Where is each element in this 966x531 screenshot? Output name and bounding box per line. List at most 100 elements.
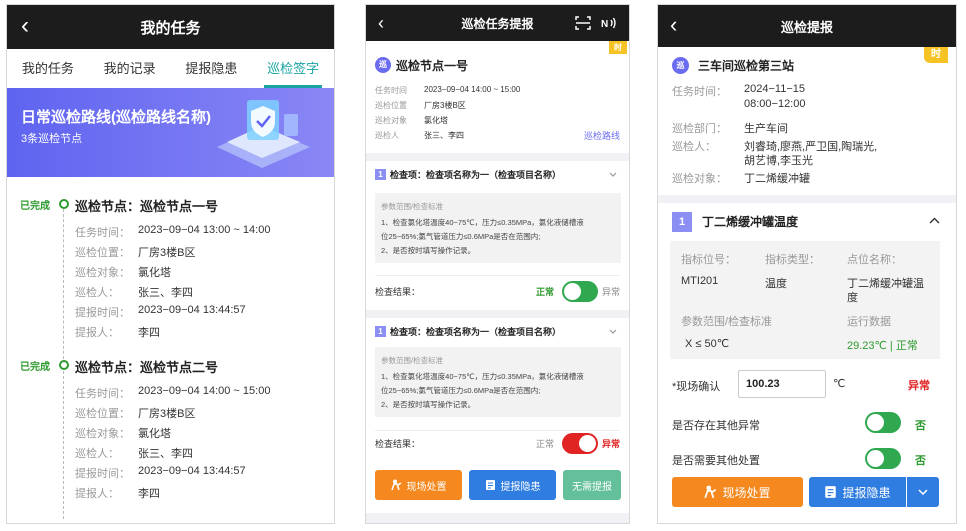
divider	[375, 430, 620, 431]
site-confirm-input[interactable]	[738, 370, 826, 398]
result-label: 检查结果：	[375, 439, 421, 449]
result-abnormal-text: 异常	[602, 439, 621, 449]
more-options-button[interactable]	[907, 477, 939, 507]
other-handling-toggle[interactable]	[865, 448, 901, 469]
grid-value: 度	[847, 292, 858, 304]
running-data-value: 29.23℃ | 正常	[847, 340, 918, 352]
scan-icon[interactable]	[575, 16, 591, 30]
worker-icon	[390, 479, 401, 491]
other-abnormal-toggle[interactable]	[865, 412, 901, 433]
row-label: 提报人：	[75, 327, 119, 339]
shield-illustration-icon	[217, 100, 310, 168]
info-label: 任务时间	[375, 86, 407, 95]
result-normal-text: 正常	[536, 439, 555, 449]
worker-icon	[704, 485, 717, 499]
info-value: 氯化塔	[424, 116, 448, 125]
result-abnormal-text: 异常	[602, 287, 621, 297]
button-label: 提报隐患	[842, 485, 891, 500]
standard-line: 2、是否按时填写操作记录。	[381, 400, 476, 409]
timeline-line	[63, 209, 64, 359]
row-value: 厂房3楼B区	[138, 247, 196, 259]
result-toggle[interactable]	[562, 433, 598, 454]
info-row: 任务时间： 2023−09−04 13:00 ~ 14:00	[75, 224, 270, 240]
grid-value: 丁二烯缓冲罐温	[847, 278, 924, 290]
row-label: 提报时间：	[75, 307, 130, 319]
toggle-state: 否	[915, 455, 926, 467]
svg-text:N: N	[601, 19, 608, 30]
row-value: 2023−09−04 14:00 ~ 15:00	[138, 385, 271, 397]
row-label: 提报人：	[75, 488, 119, 500]
node-avatar: 巡	[375, 57, 391, 73]
row-value: 厂房3楼B区	[138, 408, 196, 420]
chevron-up-icon[interactable]	[929, 217, 940, 224]
info-row: 巡检人： 张三、李四	[75, 445, 193, 461]
back-arrow-icon[interactable]: ‹	[21, 13, 29, 39]
standard-box: 参数范围/检查标准 1、检查氯化塔温度40−75℃，压力≤0.35MPa，氯化液…	[375, 193, 621, 263]
row-value: 2023−09−04 13:00 ~ 14:00	[138, 224, 271, 236]
back-arrow-icon[interactable]: ‹	[670, 12, 677, 38]
result-toggle[interactable]	[562, 281, 598, 302]
header: ‹ 我的任务	[7, 5, 334, 49]
report-hazard-button[interactable]: 提报隐患	[809, 477, 906, 507]
row-label: 巡检人：	[75, 287, 119, 299]
node-title: 巡检节点：巡检节点一号	[75, 199, 219, 214]
route-banner: 日常巡检路线(巡检路线名称) 3条巡检节点	[7, 88, 334, 177]
inspection-report-screen: ‹ 巡检任务提报 N 时 巡 巡检节点一号 任务时间 2023−09−04 14…	[365, 4, 630, 524]
timeline-dot	[59, 360, 69, 370]
grid-label: 点位名称：	[847, 254, 902, 266]
row-label: 任务时间：	[75, 227, 130, 239]
nfc-icon[interactable]: N	[601, 15, 619, 31]
info-label: 巡检对象	[375, 116, 407, 125]
row-label: 提报时间：	[75, 468, 130, 480]
standard-line: 2、是否按时填写操作记录。	[381, 246, 476, 255]
row-label: 巡检对象：	[75, 267, 130, 279]
status-badge: 已完成	[20, 362, 50, 373]
info-value: 生产车间	[744, 123, 788, 135]
info-row: 巡检位置： 厂房3楼B区	[75, 244, 195, 260]
site-handle-button[interactable]: 现场处置	[375, 470, 462, 500]
site-handle-button[interactable]: 现场处置	[672, 477, 803, 507]
timeline-line	[63, 371, 64, 519]
tab-inspection-sign[interactable]: 巡检签字	[252, 49, 334, 88]
confirm-label: *现场确认	[672, 381, 721, 393]
info-row: 巡检对象： 氯化塔	[75, 425, 171, 441]
no-report-button[interactable]: 无需提报	[563, 470, 621, 500]
info-label: 巡检位置	[375, 101, 407, 110]
route-link[interactable]: 巡检路线	[584, 129, 620, 142]
standard-line: 1、检查氯化塔温度40−75℃，压力≤0.35MPa，氯化液储槽液	[381, 372, 584, 381]
my-tasks-screen: ‹ 我的任务 我的任务 我的记录 提报隐患 巡检签字 日常巡检路线(巡检路线名称…	[6, 4, 335, 524]
info-value: 2023−09−04 14:00 ~ 15:00	[424, 85, 521, 94]
tab-report-hazard[interactable]: 提报隐患	[171, 49, 253, 88]
question-label: 是否存在其他异常	[672, 420, 760, 432]
page-title: 巡检任务提报	[461, 16, 534, 31]
chevron-down-icon[interactable]	[609, 172, 617, 178]
standard-line: 位25−65%;氯气管道压力≤0.6MPa是否在范围内;	[381, 386, 541, 395]
row-label: 任务时间：	[75, 388, 130, 400]
section-index: 1	[672, 212, 692, 232]
row-label: 巡检位置：	[75, 408, 130, 420]
info-row: 提报人： 李四	[75, 324, 160, 340]
info-label: 巡检对象：	[672, 173, 727, 185]
info-row: 提报时间： 2023−09−04 13:44:57	[75, 465, 246, 481]
check-index: 1	[375, 326, 386, 337]
chevron-down-icon[interactable]	[609, 329, 617, 335]
standard-line: 位25−65%;氯气管道压力≤0.6MPa是否在范围内;	[381, 232, 541, 241]
page-title: 巡检提报	[780, 19, 833, 35]
row-label: 巡检人：	[75, 448, 119, 460]
tab-my-tasks[interactable]: 我的任务	[7, 49, 89, 88]
info-row: 巡检位置： 厂房3楼B区	[75, 405, 195, 421]
time-badge: 时	[924, 47, 948, 63]
back-arrow-icon[interactable]: ‹	[378, 10, 384, 36]
info-row: 巡检对象： 氯化塔	[75, 264, 171, 280]
report-hazard-button[interactable]: 提报隐患	[469, 470, 556, 500]
indicator-grid: 指标位号： 指标类型： 点位名称： MTI201 温度 丁二烯缓冲罐温 度 参数…	[670, 241, 940, 359]
tab-my-records[interactable]: 我的记录	[89, 49, 171, 88]
info-row: 提报人： 李四	[75, 485, 160, 501]
divider	[366, 153, 629, 161]
info-value: 厂房3楼B区	[424, 101, 466, 110]
report-icon	[485, 480, 495, 490]
check-title: 检查项：检查项名称为一（检查项目名称）	[390, 170, 562, 180]
check-title: 检查项：检查项名称为一（检查项目名称）	[390, 327, 562, 337]
header: ‹ 巡检提报	[658, 5, 956, 47]
standard-line: 1、检查氯化塔温度40−75℃，压力≤0.35MPa，氯化液储槽液	[381, 218, 584, 227]
